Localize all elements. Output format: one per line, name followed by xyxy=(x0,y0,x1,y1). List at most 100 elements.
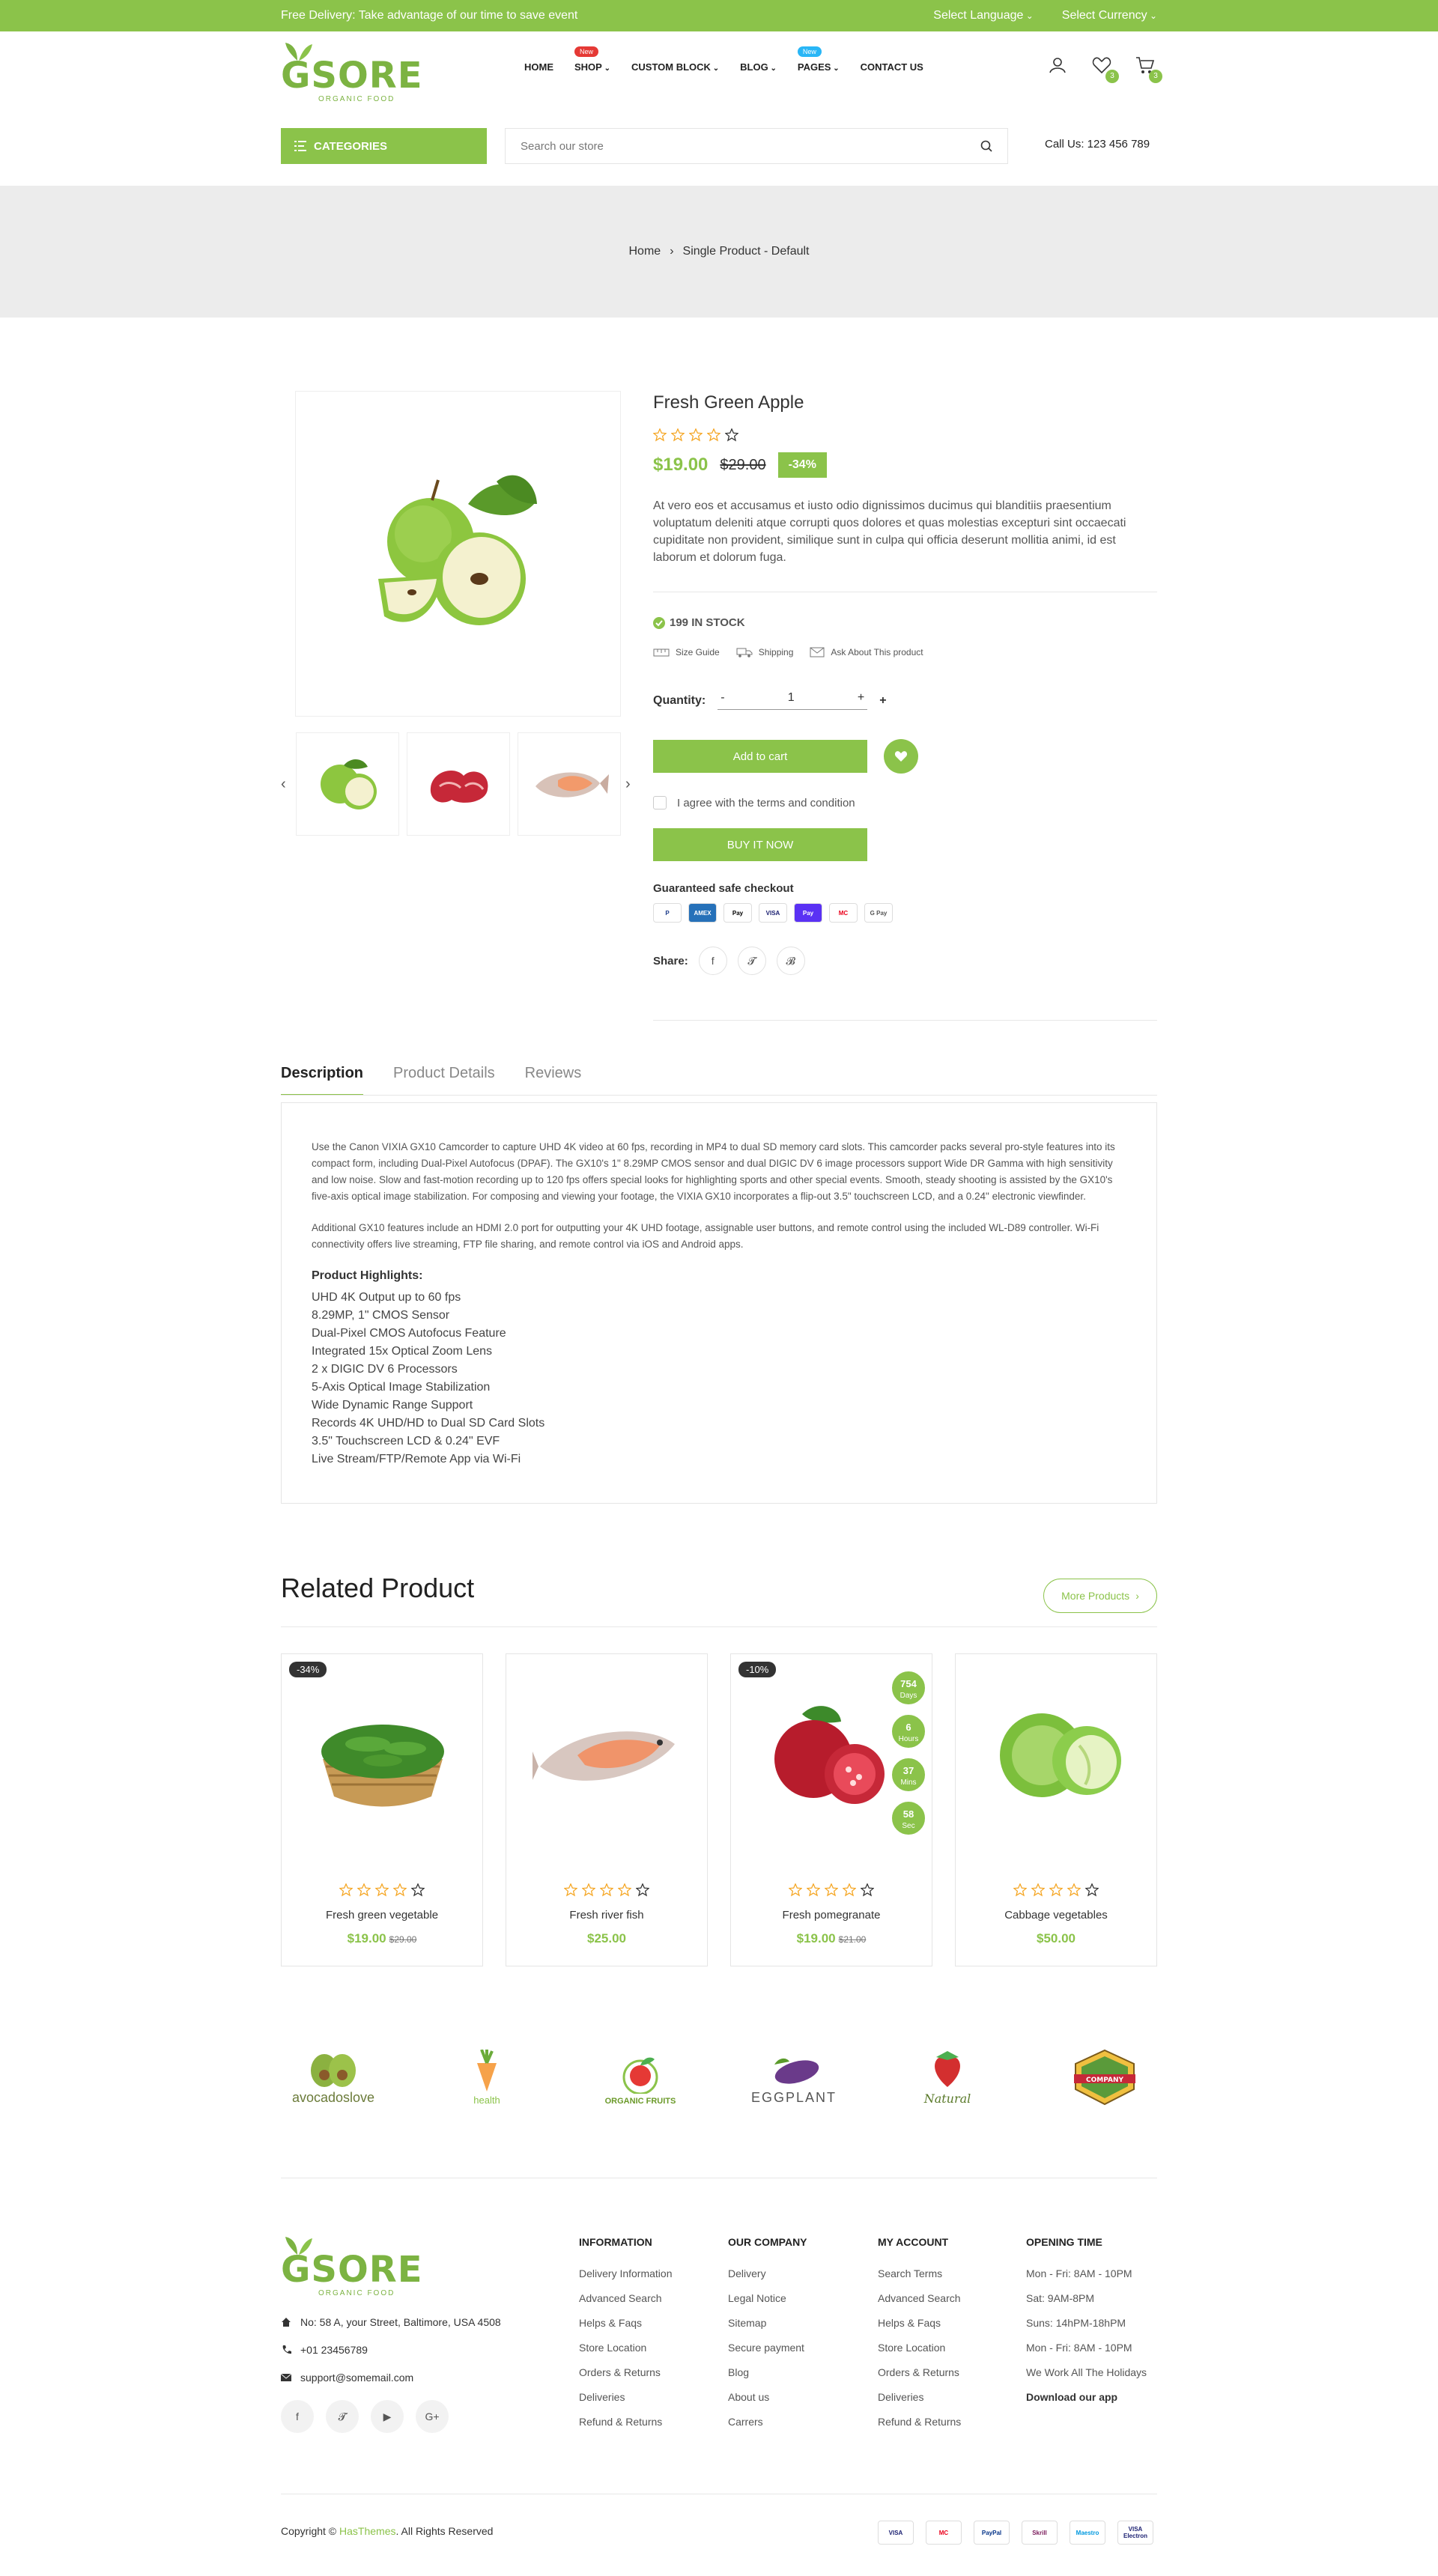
footer-link[interactable]: Advanced Search xyxy=(878,2286,961,2311)
footer-link[interactable]: Sitemap xyxy=(728,2311,807,2336)
quantity-label: Quantity: xyxy=(653,693,706,707)
brand-company[interactable]: COMPANY xyxy=(1052,2038,1157,2106)
footer-link[interactable]: Helps & Faqs xyxy=(878,2311,961,2336)
pinterest-icon[interactable]: 𝓑 xyxy=(776,947,805,975)
footer-col-opening: OPENING TIME Mon - Fri: 8AM - 10PM Sat: 9A… xyxy=(1026,2236,1147,2410)
more-products-button[interactable]: More Products › xyxy=(1043,1579,1157,1613)
product-name[interactable]: Fresh river fish xyxy=(506,1909,707,1922)
email-text[interactable]: support@somemail.com xyxy=(300,2372,413,2384)
footer-link[interactable]: Store Location xyxy=(579,2336,673,2360)
footer-link[interactable]: Store Location xyxy=(878,2336,961,2360)
size-guide-link[interactable]: Size Guide xyxy=(653,647,720,657)
search-input[interactable]: Search our store xyxy=(505,128,1008,164)
chevron-right-icon[interactable]: › xyxy=(625,776,631,793)
shipping-label: Shipping xyxy=(758,647,794,657)
facebook-icon[interactable]: f xyxy=(281,2400,314,2433)
product-card[interactable]: Cabbage vegetables $50.00 xyxy=(955,1653,1157,1966)
footer-link[interactable]: Orders & Returns xyxy=(878,2360,961,2385)
product-card[interactable]: -34% Fresh green vegetable $19.00 $29.00 xyxy=(281,1653,483,1966)
nav-item-home[interactable]: HOME xyxy=(524,61,553,73)
footer-link[interactable]: Deliveries xyxy=(579,2385,673,2410)
product-image[interactable] xyxy=(521,1677,694,1826)
thumbnail-meat[interactable] xyxy=(407,732,510,836)
quantity-plus-button[interactable]: + xyxy=(879,694,886,708)
tab-description[interactable]: Description xyxy=(281,1065,364,1096)
google-plus-icon[interactable]: G+ xyxy=(416,2400,449,2433)
nav-item-custom-block[interactable]: CUSTOM BLOCK xyxy=(631,61,719,73)
nav-item-contact-us[interactable]: CONTACT US xyxy=(861,61,923,73)
footer-link[interactable]: Carrers xyxy=(728,2410,807,2434)
brand-eggplant[interactable]: EGGPLANT xyxy=(741,2038,846,2106)
copyright-link[interactable]: HasThemes xyxy=(339,2525,395,2537)
twitter-icon[interactable]: 𝓣 xyxy=(737,947,766,975)
footer-link[interactable]: Secure payment xyxy=(728,2336,807,2360)
footer-link[interactable]: Delivery xyxy=(728,2261,807,2286)
footer-link[interactable]: Download our app xyxy=(1026,2385,1147,2410)
brand-natural[interactable]: Natural xyxy=(895,2038,1000,2106)
language-select[interactable]: Select Language xyxy=(933,9,1034,22)
add-to-wishlist-button[interactable] xyxy=(884,739,918,774)
footer-link[interactable]: About us xyxy=(728,2385,807,2410)
thumbnail-apple[interactable] xyxy=(296,732,399,836)
brand-avocadoslove[interactable]: avocadoslove xyxy=(281,2038,386,2106)
tab-reviews[interactable]: Reviews xyxy=(525,1065,582,1096)
account-button[interactable] xyxy=(1049,56,1068,76)
buy-now-button[interactable]: BUY IT NOW xyxy=(653,828,867,861)
quantity-stepper[interactable]: - 1 + xyxy=(718,691,868,710)
phone-text[interactable]: +01 23456789 xyxy=(300,2344,368,2356)
add-to-cart-button[interactable]: Add to cart xyxy=(653,740,867,773)
brand-organic-fruits[interactable]: ORGANIC FRUITS xyxy=(588,2038,693,2106)
brand-health[interactable]: health xyxy=(434,2038,539,2106)
search-icon[interactable] xyxy=(980,140,992,152)
nav-item-shop[interactable]: SHOP New xyxy=(574,46,610,73)
nav-item-blog[interactable]: BLOG xyxy=(740,61,777,73)
quantity-value[interactable]: 1 xyxy=(788,691,795,705)
footer-link[interactable]: Delivery Information xyxy=(579,2261,673,2286)
call-us: Call Us: 123 456 789 xyxy=(1045,138,1150,151)
product-image[interactable] xyxy=(971,1677,1143,1826)
wishlist-button[interactable]: 3 xyxy=(1092,56,1119,83)
footer-link[interactable]: Search Terms xyxy=(878,2261,961,2286)
categories-button[interactable]: CATEGORIES xyxy=(281,128,487,164)
footer-col-information: INFORMATION Delivery Information Advanced … xyxy=(579,2236,673,2434)
price-current: $50.00 xyxy=(1037,1931,1076,1945)
product-name[interactable]: Fresh pomegranate xyxy=(731,1909,932,1922)
facebook-icon[interactable]: f xyxy=(698,947,727,975)
countdown-days: 754 Days xyxy=(890,1669,927,1707)
footer-link[interactable]: Refund & Returns xyxy=(878,2410,961,2434)
search-placeholder: Search our store xyxy=(521,139,604,153)
site-logo[interactable]: GSORE ORGANIC FOOD xyxy=(281,41,422,103)
checkbox[interactable] xyxy=(653,796,667,809)
cart-button[interactable]: 3 xyxy=(1135,56,1162,83)
footer-link[interactable]: Advanced Search xyxy=(579,2286,673,2311)
product-card[interactable]: -10% 754 Days 6 Hours 37 Mins 58 Sec Fresh p… xyxy=(730,1653,932,1966)
nav-item-pages[interactable]: PAGES New xyxy=(797,46,840,73)
footer-link[interactable]: Legal Notice xyxy=(728,2286,807,2311)
thumbnail-fish[interactable] xyxy=(518,732,621,836)
twitter-icon[interactable]: 𝓣 xyxy=(326,2400,359,2433)
strawberry-logo-icon xyxy=(935,2051,960,2087)
currency-select[interactable]: Select Currency xyxy=(1062,9,1157,22)
footer-link[interactable]: Blog xyxy=(728,2360,807,2385)
footer-link[interactable]: Helps & Faqs xyxy=(579,2311,673,2336)
product-main-image[interactable] xyxy=(295,391,621,717)
stock-text: 199 IN STOCK xyxy=(670,616,745,629)
footer-logo[interactable]: GSORE ORGANIC FOOD xyxy=(281,2235,422,2297)
product-image[interactable] xyxy=(297,1677,469,1826)
shipping-link[interactable]: Shipping xyxy=(736,647,794,657)
footer-link[interactable]: Deliveries xyxy=(878,2385,961,2410)
tab-product-details[interactable]: Product Details xyxy=(393,1065,495,1096)
footer-link[interactable]: Orders & Returns xyxy=(579,2360,673,2385)
quantity-minus-button[interactable]: - xyxy=(720,691,724,705)
product-name[interactable]: Cabbage vegetables xyxy=(956,1909,1156,1922)
highlight-item: Wide Dynamic Range Support xyxy=(312,1399,473,1412)
terms-checkbox[interactable]: I agree with the terms and condition xyxy=(653,796,855,809)
breadcrumb-home[interactable]: Home xyxy=(629,245,661,258)
payment-icon: Pay xyxy=(794,903,822,923)
product-card[interactable]: Fresh river fish $25.00 xyxy=(506,1653,708,1966)
ask-about-link[interactable]: Ask About This product xyxy=(810,647,923,657)
chevron-left-icon[interactable]: ‹ xyxy=(281,776,286,793)
product-name[interactable]: Fresh green vegetable xyxy=(282,1909,482,1922)
footer-link[interactable]: Refund & Returns xyxy=(579,2410,673,2434)
youtube-icon[interactable]: ▶ xyxy=(371,2400,404,2433)
